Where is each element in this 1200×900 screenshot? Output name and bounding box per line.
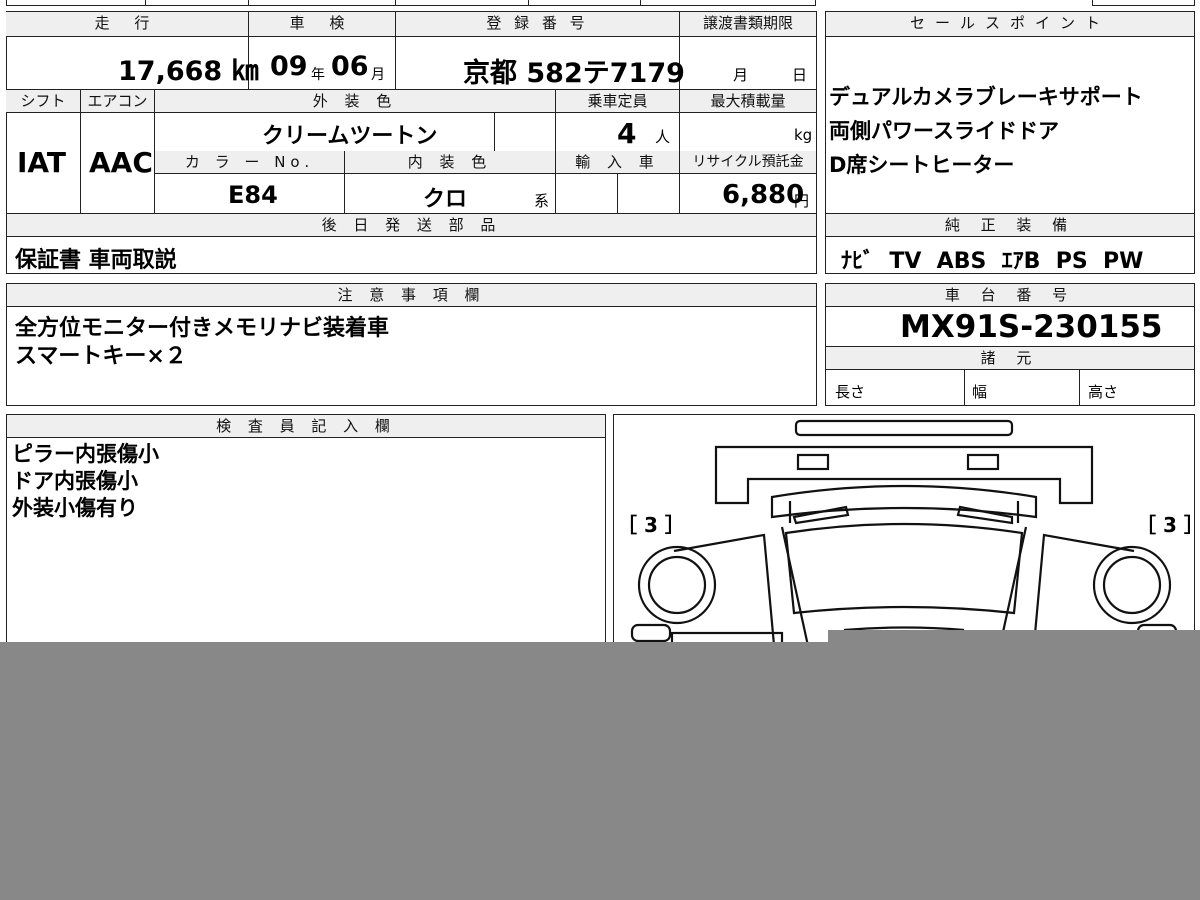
top-strip xyxy=(6,0,816,6)
note-line: 全方位モニター付きメモリナビ装着車 xyxy=(15,316,390,341)
shift-value: IAT xyxy=(17,146,67,179)
color-no-value: E84 xyxy=(228,181,278,209)
capacity-value: 4 xyxy=(617,117,637,150)
capacity-label: 乗車定員 xyxy=(556,90,679,112)
right-damage-mark: ［ 3 ］ xyxy=(1136,513,1200,537)
max-load-label: 最大積載量 xyxy=(680,90,816,112)
import-label: 輸 入 車 xyxy=(556,151,679,173)
exterior-color-value: クリームツートン xyxy=(262,124,438,149)
inspector-line: 外装小傷有り xyxy=(12,496,138,520)
genuine-equipment-value: ﾅﾋﾞ TV ABS ｴｱB PS PW xyxy=(841,249,1144,274)
inspection-month: 06 xyxy=(331,51,369,82)
interior-color-value: クロ xyxy=(423,187,468,212)
sales-point-item: 両側パワースライドドア xyxy=(829,119,1059,143)
chassis-label: 車 台 番 号 xyxy=(826,284,1194,307)
ac-value: AAC xyxy=(89,146,153,179)
sales-points-list: デュアルカメラブレーキサポート 両側パワースライドドア D席シートヒーター xyxy=(829,80,1143,182)
interior-color-label: 内 装 色 xyxy=(345,151,555,173)
sales-point-item: デュアルカメラブレーキサポート xyxy=(829,85,1143,109)
car-diagram-box: ［ 3 ］ ［ 3 ］ xyxy=(613,414,1200,655)
later-parts-value: 保証書 車両取説 xyxy=(15,248,177,273)
color-no-label: カ ラ ー No. xyxy=(155,151,344,173)
exterior-color-label: 外 装 色 xyxy=(155,90,555,112)
inspector-label: 検 査 員 記 入 欄 xyxy=(7,415,605,438)
length-label: 長さ xyxy=(835,383,866,401)
later-parts-label: 後 日 発 送 部 品 xyxy=(7,214,816,237)
notes-label: 注 意 事 項 欄 xyxy=(7,284,816,307)
car-diagram xyxy=(630,419,1178,655)
gray-overlay xyxy=(0,642,1200,900)
note-line: スマートキー×２ xyxy=(15,344,187,369)
recycle-label: リサイクル預託金 xyxy=(680,151,816,173)
mileage-label: 走 行 xyxy=(6,12,248,36)
sales-points-label: セールスポイント xyxy=(826,12,1194,37)
inspection-year: 09 xyxy=(270,51,308,82)
height-label: 高さ xyxy=(1088,383,1119,401)
chassis-number: MX91S-230155 xyxy=(900,309,1163,345)
shift-label: シフト xyxy=(6,90,80,112)
inspector-notes: ピラー内張傷小 ドア内張傷小 外装小傷有り xyxy=(12,441,159,522)
registration-label: 登 録 番 号 xyxy=(396,12,679,36)
left-damage-mark: ［ 3 ］ xyxy=(617,513,685,537)
registration-number: 京都 582テ7179 xyxy=(463,58,685,89)
sales-point-item: D席シートヒーター xyxy=(829,153,1015,177)
notes-list: 全方位モニター付きメモリナビ装着車 スマートキー×２ xyxy=(15,315,389,371)
inspection-label: 車 検 xyxy=(249,12,395,36)
specs-label: 諸 元 xyxy=(826,347,1194,370)
genuine-equipment-label: 純 正 装 備 xyxy=(826,214,1194,237)
transfer-deadline-label: 譲渡書類期限 xyxy=(680,12,816,36)
mileage-value: 17,668 ㎞ xyxy=(118,56,259,87)
inspector-line: ピラー内張傷小 xyxy=(12,442,159,466)
recycle-fee-value: 6,880 xyxy=(722,180,805,210)
width-label: 幅 xyxy=(972,383,988,401)
inspector-line: ドア内張傷小 xyxy=(12,469,138,493)
ac-label: エアコン xyxy=(81,90,154,112)
